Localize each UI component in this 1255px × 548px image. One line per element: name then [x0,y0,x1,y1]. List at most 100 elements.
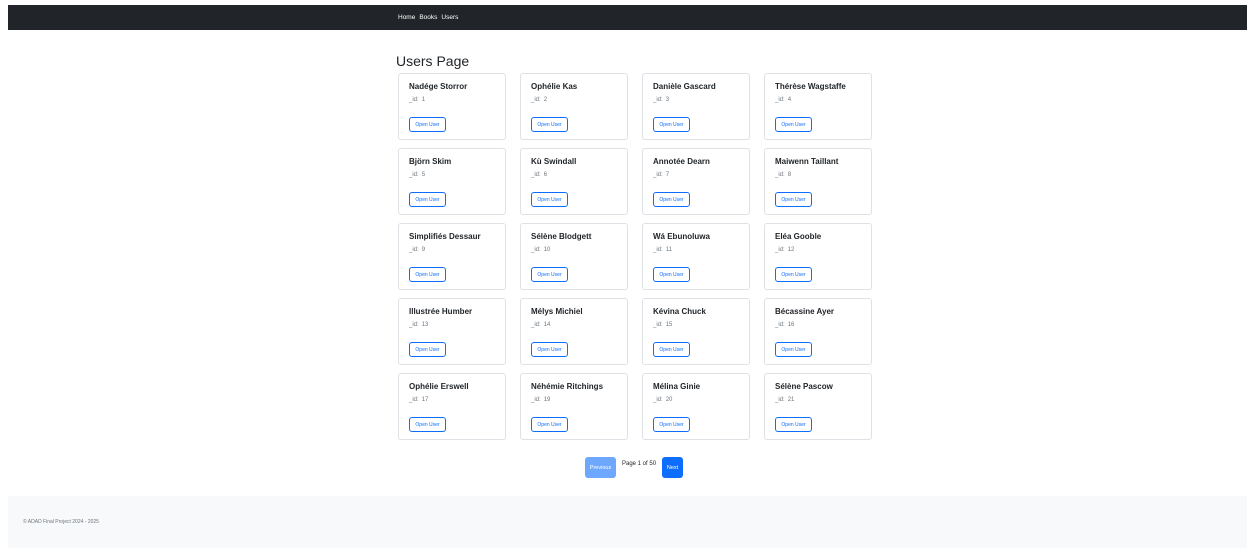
user-id-value: 19 [543,397,551,403]
user-id-label: _id: [653,97,663,103]
user-id-row: _id: 13 [409,322,495,328]
open-user-button[interactable]: Open User [409,192,446,207]
user-card: Ophélie Erswell _id: 17 Open User [398,373,506,440]
user-id-value: 17 [421,397,429,403]
footer: © ADAD Final Project 2024 - 2025 [8,496,1247,548]
user-id-row: _id: 9 [409,247,495,253]
open-user-button[interactable]: Open User [775,342,812,357]
user-id-row: _id: 16 [775,322,861,328]
user-name: Sélène Pascow [775,382,833,391]
user-id-row: _id: 2 [531,97,617,103]
open-user-button[interactable]: Open User [775,417,812,432]
open-user-button[interactable]: Open User [653,117,690,132]
user-id-value: 20 [665,397,673,403]
user-card: Kévina Chuck _id: 15 Open User [642,298,750,365]
user-card: Nadége Storror _id: 1 Open User [398,73,506,140]
user-card: Bécassine Ayer _id: 16 Open User [764,298,872,365]
user-id-label: _id: [775,172,785,178]
open-user-button[interactable]: Open User [409,267,446,282]
user-id-row: _id: 7 [653,172,739,178]
user-id-row: _id: 17 [409,397,495,403]
open-user-button[interactable]: Open User [409,117,446,132]
user-id-value: 15 [665,322,673,328]
user-id-label: _id: [531,97,541,103]
user-id-row: _id: 15 [653,322,739,328]
user-card: Ophélie Kas _id: 2 Open User [520,73,628,140]
user-name: Ophélie Kas [531,82,578,91]
user-name: Sélène Blodgett [531,232,592,241]
user-id-value: 1 [421,97,426,103]
user-card: Maiwenn Taillant _id: 8 Open User [764,148,872,215]
open-user-button[interactable]: Open User [531,342,568,357]
user-id-row: _id: 4 [775,97,861,103]
user-card: Néhémie Ritchings _id: 19 Open User [520,373,628,440]
user-name: Mélys Michiel [531,307,583,316]
user-name: Annotée Dearn [653,157,710,166]
open-user-button[interactable]: Open User [653,342,690,357]
user-name: Néhémie Ritchings [531,382,604,391]
open-user-button[interactable]: Open User [409,342,446,357]
open-user-button[interactable]: Open User [775,117,812,132]
user-id-value: 10 [543,247,551,253]
user-name: Thérèse Wagstaffe [775,82,846,91]
user-card: Sélène Blodgett _id: 10 Open User [520,223,628,290]
users-grid: Nadége Storror _id: 1 Open User Ophélie Kas _… [398,73,872,440]
user-id-row: _id: 1 [409,97,495,103]
user-card: Kù Swindall _id: 6 Open User [520,148,628,215]
user-card: Mélys Michiel _id: 14 Open User [520,298,628,365]
footer-copyright: © ADAD Final Project 2024 - 2025 [23,519,99,525]
user-id-value: 12 [787,247,795,253]
user-card: Annotée Dearn _id: 7 Open User [642,148,750,215]
open-user-button[interactable]: Open User [775,192,812,207]
open-user-button[interactable]: Open User [653,192,690,207]
user-card: Mélina Ginie _id: 20 Open User [642,373,750,440]
nav-users-link[interactable]: Users [441,14,458,21]
user-id-row: _id: 3 [653,97,739,103]
user-name: Illustrée Humber [409,307,473,316]
user-name: Mélina Ginie [653,382,701,391]
user-card: Danièle Gascard _id: 3 Open User [642,73,750,140]
user-id-value: 13 [421,322,429,328]
open-user-button[interactable]: Open User [531,417,568,432]
user-id-row: _id: 14 [531,322,617,328]
user-id-label: _id: [531,322,541,328]
user-id-value: 9 [421,247,426,253]
user-card: Eléa Gooble _id: 12 Open User [764,223,872,290]
open-user-button[interactable]: Open User [775,267,812,282]
user-id-value: 14 [543,322,551,328]
open-user-button[interactable]: Open User [653,267,690,282]
next-button[interactable]: Next [662,457,684,478]
previous-button[interactable]: Previous [585,457,616,478]
user-id-value: 11 [665,247,672,253]
user-id-label: _id: [775,247,785,253]
user-id-label: _id: [653,247,663,253]
user-card: Sélène Pascow _id: 21 Open User [764,373,872,440]
nav-books-link[interactable]: Books [419,14,437,21]
user-id-label: _id: [531,397,541,403]
pagination: Previous Page 1 of 50 Next [585,457,684,478]
open-user-button[interactable]: Open User [531,267,568,282]
user-card: Thérèse Wagstaffe _id: 4 Open User [764,73,872,140]
nav-home-link[interactable]: Home [398,14,415,21]
user-id-value: 3 [665,97,670,103]
user-name: Kù Swindall [531,157,577,166]
open-user-button[interactable]: Open User [409,417,446,432]
user-id-row: _id: 12 [775,247,861,253]
open-user-button[interactable]: Open User [531,117,568,132]
user-name: Danièle Gascard [653,82,716,91]
user-name: Wá Ebunoluwa [653,232,710,241]
user-id-row: _id: 19 [531,397,617,403]
user-name: Simplifiés Dessaur [409,232,481,241]
user-id-value: 2 [543,97,548,103]
user-name: Eléa Gooble [775,232,822,241]
user-id-label: _id: [409,172,419,178]
user-id-label: _id: [409,247,419,253]
user-id-value: 5 [421,172,426,178]
user-id-value: 8 [787,172,792,178]
open-user-button[interactable]: Open User [653,417,690,432]
open-user-button[interactable]: Open User [531,192,568,207]
page-indicator: Page 1 of 50 [622,461,657,467]
user-id-value: 16 [787,322,795,328]
user-id-row: _id: 6 [531,172,617,178]
user-id-row: _id: 21 [775,397,861,403]
